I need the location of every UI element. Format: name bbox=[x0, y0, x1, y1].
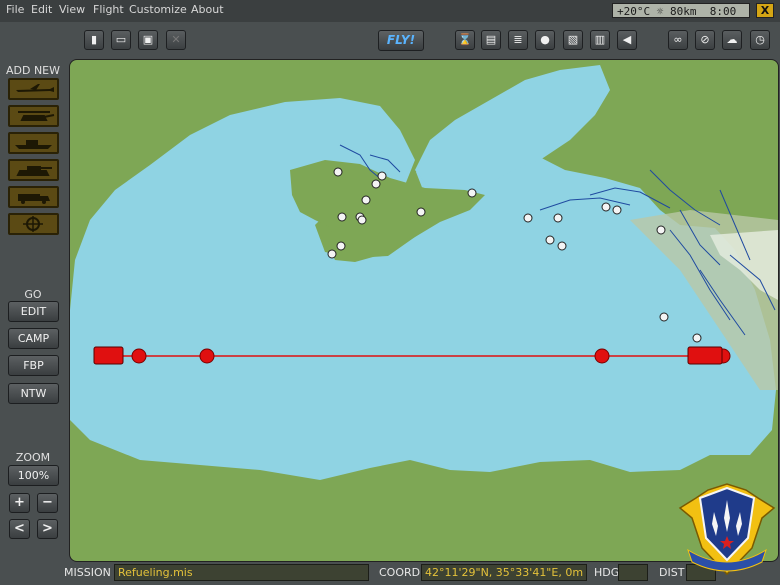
hourglass-icon[interactable]: ⌛ bbox=[455, 30, 475, 50]
add-tank-button[interactable] bbox=[8, 159, 59, 181]
clock-icon[interactable]: ◷ bbox=[750, 30, 770, 50]
coord-label: COORD bbox=[379, 566, 421, 579]
mission-field[interactable]: Refueling.mis bbox=[114, 564, 369, 581]
go-label: GO bbox=[24, 288, 42, 301]
menu-view[interactable]: View bbox=[59, 3, 85, 16]
hdg-field bbox=[618, 564, 648, 581]
checklist-icon[interactable]: ≣ bbox=[508, 30, 528, 50]
no-entry-icon[interactable]: ⊘ bbox=[695, 30, 715, 50]
squadron-emblem bbox=[678, 483, 776, 576]
menu-file[interactable]: File bbox=[6, 3, 24, 16]
zoom-in-button[interactable]: + bbox=[9, 493, 30, 513]
ntw-button[interactable]: NTW bbox=[8, 383, 59, 404]
pan-right-button[interactable]: > bbox=[37, 519, 58, 539]
hdg-label: HDG bbox=[594, 566, 620, 579]
binoculars-icon[interactable]: ∞ bbox=[668, 30, 688, 50]
add-new-label: ADD NEW bbox=[5, 64, 61, 77]
ship-icon bbox=[15, 140, 52, 149]
waypoint bbox=[199, 348, 215, 364]
aircraft-group-marker bbox=[93, 346, 124, 365]
add-aircraft-button[interactable] bbox=[8, 78, 59, 100]
add-ship-button[interactable] bbox=[8, 132, 59, 154]
aircraft-group-marker bbox=[687, 346, 723, 365]
menu-about[interactable]: About bbox=[191, 3, 224, 16]
open-folder-icon[interactable]: ▭ bbox=[111, 30, 131, 50]
zoom-out-button[interactable]: − bbox=[37, 493, 58, 513]
coord-field: 42°11'29"N, 35°33'41"E, 0m bbox=[421, 564, 587, 581]
weather-cloud-icon[interactable]: ☁ bbox=[722, 30, 742, 50]
book-icon[interactable]: ▥ bbox=[590, 30, 610, 50]
speaker-icon[interactable]: ◀ bbox=[617, 30, 637, 50]
aircraft-icon bbox=[16, 84, 54, 92]
target-reticle-icon bbox=[23, 216, 43, 232]
page-icon[interactable]: ▤ bbox=[481, 30, 501, 50]
camp-button[interactable]: CAMP bbox=[8, 328, 59, 349]
menu-edit[interactable]: Edit bbox=[31, 3, 52, 16]
close-button[interactable]: X bbox=[756, 3, 774, 18]
new-file-icon[interactable]: ▮ bbox=[84, 30, 104, 50]
pan-left-button[interactable]: < bbox=[9, 519, 30, 539]
add-truck-button[interactable] bbox=[8, 186, 59, 208]
menu-flight[interactable]: Flight bbox=[93, 3, 124, 16]
zoom-level-button[interactable]: 100% bbox=[8, 465, 59, 486]
delete-icon[interactable]: ✕ bbox=[166, 30, 186, 50]
edit-button[interactable]: EDIT bbox=[8, 301, 59, 322]
truck-icon bbox=[18, 194, 50, 204]
mission-label: MISSION bbox=[64, 566, 111, 579]
add-target-button[interactable] bbox=[8, 213, 59, 235]
fbp-button[interactable]: FBP bbox=[8, 355, 59, 376]
helicopter-icon bbox=[18, 111, 55, 121]
waypoint bbox=[131, 348, 147, 364]
globe-icon[interactable]: ● bbox=[535, 30, 555, 50]
save-disk-icon[interactable]: ▣ bbox=[138, 30, 158, 50]
mission-map[interactable] bbox=[69, 59, 779, 562]
waypoint bbox=[594, 348, 610, 364]
weather-readout[interactable]: +20°C ☼ 80km 8:00 bbox=[612, 3, 750, 18]
image-icon[interactable]: ▧ bbox=[563, 30, 583, 50]
add-helicopter-button[interactable] bbox=[8, 105, 59, 127]
menu-customize[interactable]: Customize bbox=[129, 3, 187, 16]
tank-icon bbox=[16, 166, 52, 176]
black-sea-map bbox=[70, 65, 778, 480]
menu-bar: File Edit View Flight Customize About +2… bbox=[0, 0, 780, 22]
fly-button[interactable]: FLY! bbox=[378, 30, 424, 51]
zoom-label: ZOOM bbox=[15, 451, 51, 464]
